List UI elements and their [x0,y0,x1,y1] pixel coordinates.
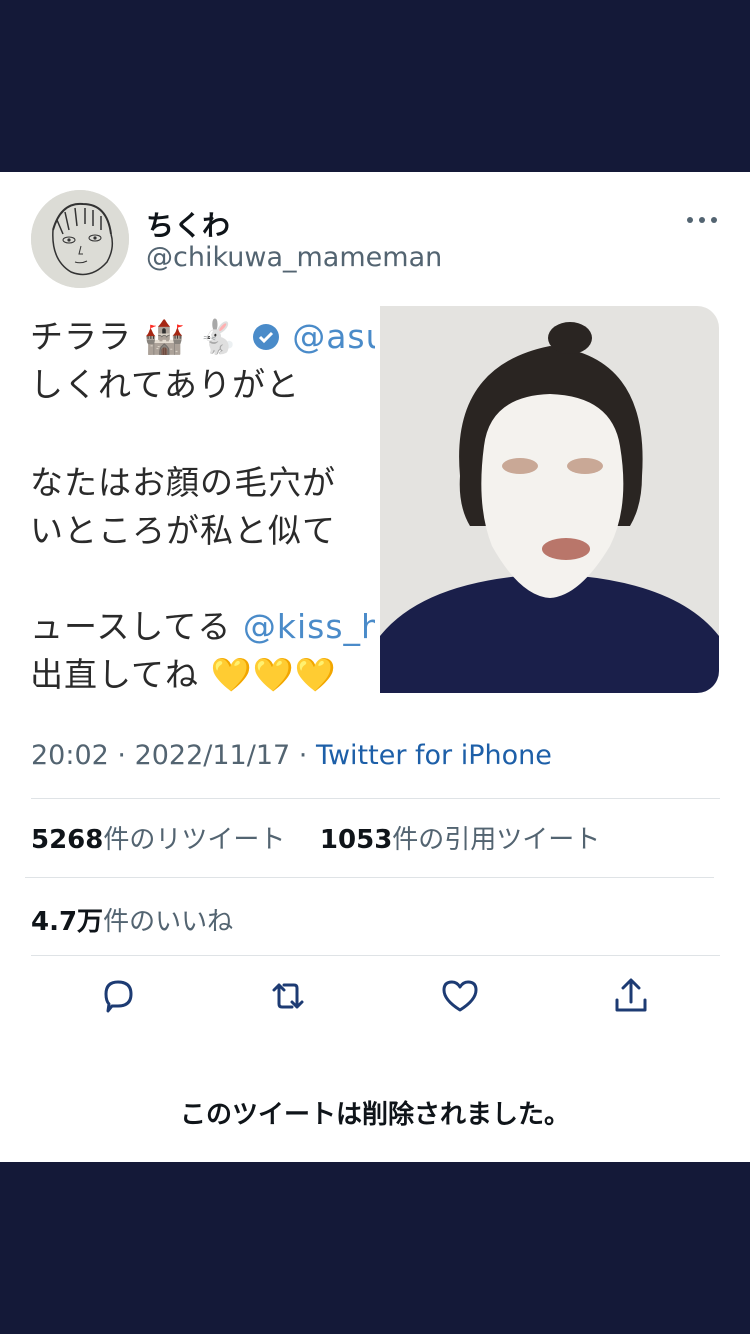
screenshot-line: ュースしてる @kiss_h [30,607,375,646]
screenshot-line: しくれてありがと [30,365,301,404]
likes-stat[interactable]: 4.7万件のいいね [31,901,233,938]
tweet-card: ちくわ @chikuwa_mameman チララ 🏰 🐇 @asu しくれてあり… [0,172,750,1162]
tweet-media[interactable]: チララ 🏰 🐇 @asu しくれてありがと なたはお顔の毛穴が いところが私と似… [30,306,719,693]
verified-badge-icon [252,324,279,350]
castle-emoji-icon: 🏰 [143,317,186,356]
media-photo-image[interactable] [380,306,719,693]
quotes-stat[interactable]: 1053件の引用ツイート [320,825,600,855]
divider [25,877,714,878]
avatar-drawing-icon [31,190,129,288]
divider [31,798,720,799]
reply-icon[interactable] [98,976,138,1016]
screenshot-line: チララ 🏰 🐇 @asu [30,317,375,356]
avatar[interactable] [31,190,129,288]
engagement-stats: 5268件のリツイート 1053件の引用ツイート [31,819,600,856]
screenshot-line: いところが私と似て [30,511,336,550]
retweets-stat[interactable]: 5268件のリツイート [31,825,285,855]
share-icon[interactable] [611,976,651,1016]
screenshot-line: 出直してね 💛💛💛 [30,655,337,693]
more-options-icon[interactable] [684,210,720,230]
retweet-icon[interactable] [268,976,308,1016]
tweet-timestamp: 20:02 · 2022/11/17 · Twitter for iPhone [31,740,552,771]
divider [31,955,720,956]
display-name[interactable]: ちくわ [146,204,230,244]
yellow-hearts-icon: 💛💛💛 [210,655,337,693]
like-icon[interactable] [440,976,480,1016]
face-mask-photo-icon [380,306,719,693]
deleted-tweet-notice: このツイートは削除されました。 [179,1100,570,1130]
user-handle[interactable]: @chikuwa_mameman [146,242,442,273]
tweet-source-link[interactable]: Twitter for iPhone [316,740,552,771]
rabbit-emoji-icon: 🐇 [197,317,240,356]
media-screenshot-image[interactable]: チララ 🏰 🐇 @asu しくれてありがと なたはお顔の毛穴が いところが私と似… [30,306,375,693]
screenshot-line: なたはお顔の毛穴が [30,463,336,502]
